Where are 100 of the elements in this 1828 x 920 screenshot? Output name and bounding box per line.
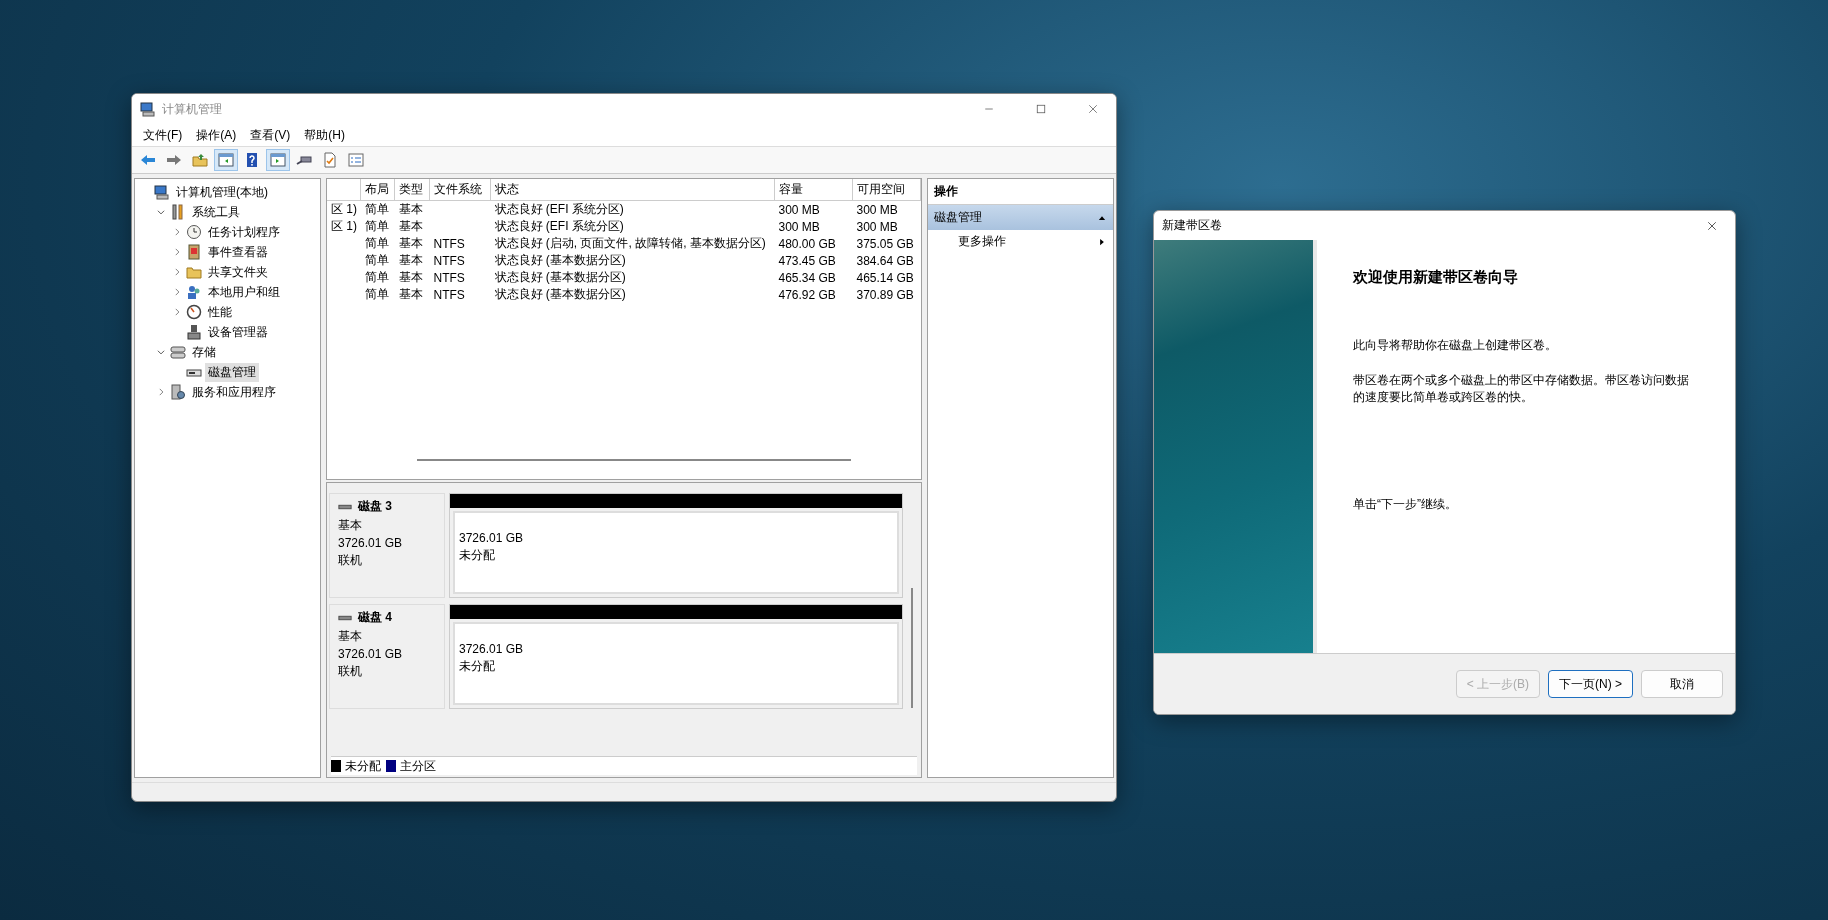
disk-name: 磁盘 3	[358, 498, 392, 515]
device-icon	[186, 324, 202, 340]
chevron-down-icon	[156, 207, 166, 217]
event-log-icon	[186, 244, 202, 260]
close-icon	[1706, 219, 1718, 232]
partition-size: 3726.01 GB	[459, 642, 525, 656]
table-cell-text: 区 1)	[330, 218, 358, 235]
table-cell-text: 300 MB	[777, 218, 821, 235]
table-cell-text: 465.34 GB	[777, 269, 837, 286]
folder-up-icon	[192, 152, 208, 168]
table-cell-text: 370.89 GB	[855, 286, 915, 303]
table-cell: 简单	[360, 200, 395, 218]
wizard-text: 带区卷在两个或多个磁盘上的带区中存储数据。带区卷访问数据的速度要比简单卷或跨区卷的快。	[1353, 372, 1690, 406]
wizard-text: 此向导将帮助你在磁盘上创建带区卷。	[1353, 337, 1558, 354]
wizard-heading: 欢迎使用新建带区卷向导	[1353, 268, 1519, 287]
pane-icon	[270, 152, 286, 168]
dialog-title: 新建带区卷	[1162, 217, 1223, 234]
menu-item[interactable]: 查看(V)	[243, 124, 298, 146]
table-cell: 300 MB	[774, 200, 853, 218]
wizard-button[interactable]: 下一页(N) >	[1548, 670, 1633, 698]
column-header[interactable]: 类型	[394, 179, 430, 201]
tree-item[interactable]: 设备管理器	[205, 322, 271, 342]
table-cell-text: 375.05 GB	[855, 235, 915, 252]
column-header[interactable]: 文件系统	[429, 179, 491, 201]
tree-item[interactable]: 存储	[189, 342, 219, 362]
table-cell-text: 473.45 GB	[777, 252, 837, 269]
window-title: 计算机管理	[162, 100, 223, 118]
table-cell-text: 基本	[397, 269, 424, 286]
toolbar-button[interactable]	[266, 149, 290, 171]
table-cell: 状态良好 (EFI 系统分区)	[490, 200, 775, 218]
disk-size: 3726.01 GB	[338, 647, 404, 661]
legend-label: 主分区	[400, 757, 436, 775]
disk-status: 联机	[338, 552, 363, 569]
menu-item[interactable]: 帮助(H)	[297, 124, 352, 146]
table-cell-text: NTFS	[432, 286, 466, 303]
table-cell-text: 状态良好 (基本数据分区)	[493, 252, 627, 269]
properties-icon	[322, 152, 338, 168]
services-icon	[170, 384, 186, 400]
tree-item[interactable]: 系统工具	[189, 202, 243, 222]
table-cell-text: 状态良好 (启动, 页面文件, 故障转储, 基本数据分区)	[493, 235, 767, 252]
table-cell-text: NTFS	[432, 252, 466, 269]
table-cell: 300 MB	[852, 200, 921, 218]
gauge-icon	[186, 304, 202, 320]
scrollbar[interactable]	[417, 459, 851, 461]
tree-item[interactable]: 事件查看器	[205, 242, 271, 262]
table-cell-text: 465.14 GB	[855, 269, 915, 286]
wizard-button[interactable]: 取消	[1641, 670, 1723, 698]
help-icon	[244, 152, 260, 168]
table-cell-text: 基本	[397, 218, 424, 235]
disk-name: 磁盘 4	[358, 609, 392, 626]
table-cell-text: 476.92 GB	[777, 286, 837, 303]
column-header[interactable]: 容量	[774, 179, 853, 201]
disk-type: 基本	[338, 628, 363, 645]
tree-item[interactable]: 计算机管理(本地)	[173, 182, 271, 202]
scrollbar[interactable]	[911, 588, 913, 708]
pane-icon	[218, 152, 234, 168]
table-cell-text: 基本	[397, 235, 424, 252]
partition-block[interactable]: 3726.01 GB 未分配	[453, 622, 899, 705]
table-cell: 基本	[394, 200, 430, 218]
back-arrow-icon	[140, 152, 156, 168]
chevron-down-icon	[156, 347, 166, 357]
legend-label: 未分配	[345, 757, 381, 775]
table-cell-text: 简单	[363, 286, 390, 303]
column-header[interactable]: 布局	[360, 179, 395, 201]
list-icon	[348, 152, 364, 168]
table-cell-text: 简单	[363, 269, 390, 286]
disk-status: 联机	[338, 663, 363, 680]
action-item[interactable]: 更多操作	[928, 230, 1113, 253]
table-cell-text: 300 MB	[855, 218, 899, 235]
table-cell-text: 384.64 GB	[855, 252, 915, 269]
table-cell-text: 状态良好 (基本数据分区)	[493, 269, 627, 286]
tree-item[interactable]: 任务计划程序	[205, 222, 283, 242]
actions-section[interactable]: 磁盘管理	[928, 205, 1113, 230]
tree-item[interactable]: 服务和应用程序	[189, 382, 279, 402]
wizard-text: 单击“下一步”继续。	[1353, 496, 1458, 513]
menu-item[interactable]: 操作(A)	[189, 124, 244, 146]
column-header[interactable]: 状态	[490, 179, 775, 201]
menu-item[interactable]: 文件(F)	[136, 124, 190, 146]
table-cell-text: 简单	[363, 218, 390, 235]
tree-item[interactable]: 共享文件夹	[205, 262, 271, 282]
partition-size: 3726.01 GB	[459, 531, 525, 545]
partition-block[interactable]: 3726.01 GB 未分配	[453, 511, 899, 594]
forward-arrow-icon	[166, 152, 182, 168]
table-cell-text: 480.00 GB	[777, 235, 837, 252]
column-header[interactable]: 可用空间	[852, 179, 921, 201]
table-cell-text: 基本	[397, 252, 424, 269]
table-cell-text: 状态良好 (基本数据分区)	[493, 286, 627, 303]
tree-item[interactable]: 性能	[205, 302, 235, 322]
disk-type: 基本	[338, 517, 363, 534]
computer-icon	[140, 101, 156, 117]
table-cell-text: 状态良好 (EFI 系统分区)	[493, 218, 625, 235]
close-icon	[1087, 103, 1099, 115]
partition-label: 未分配	[459, 547, 496, 564]
storage-icon	[170, 344, 186, 360]
folder-icon	[186, 264, 202, 280]
tree-item[interactable]: 本地用户和组	[205, 282, 283, 302]
tree-item[interactable]: 磁盘管理	[205, 362, 259, 382]
toolbar-button[interactable]	[214, 149, 238, 171]
maximize-icon	[1035, 103, 1047, 115]
tools-icon	[170, 204, 186, 220]
